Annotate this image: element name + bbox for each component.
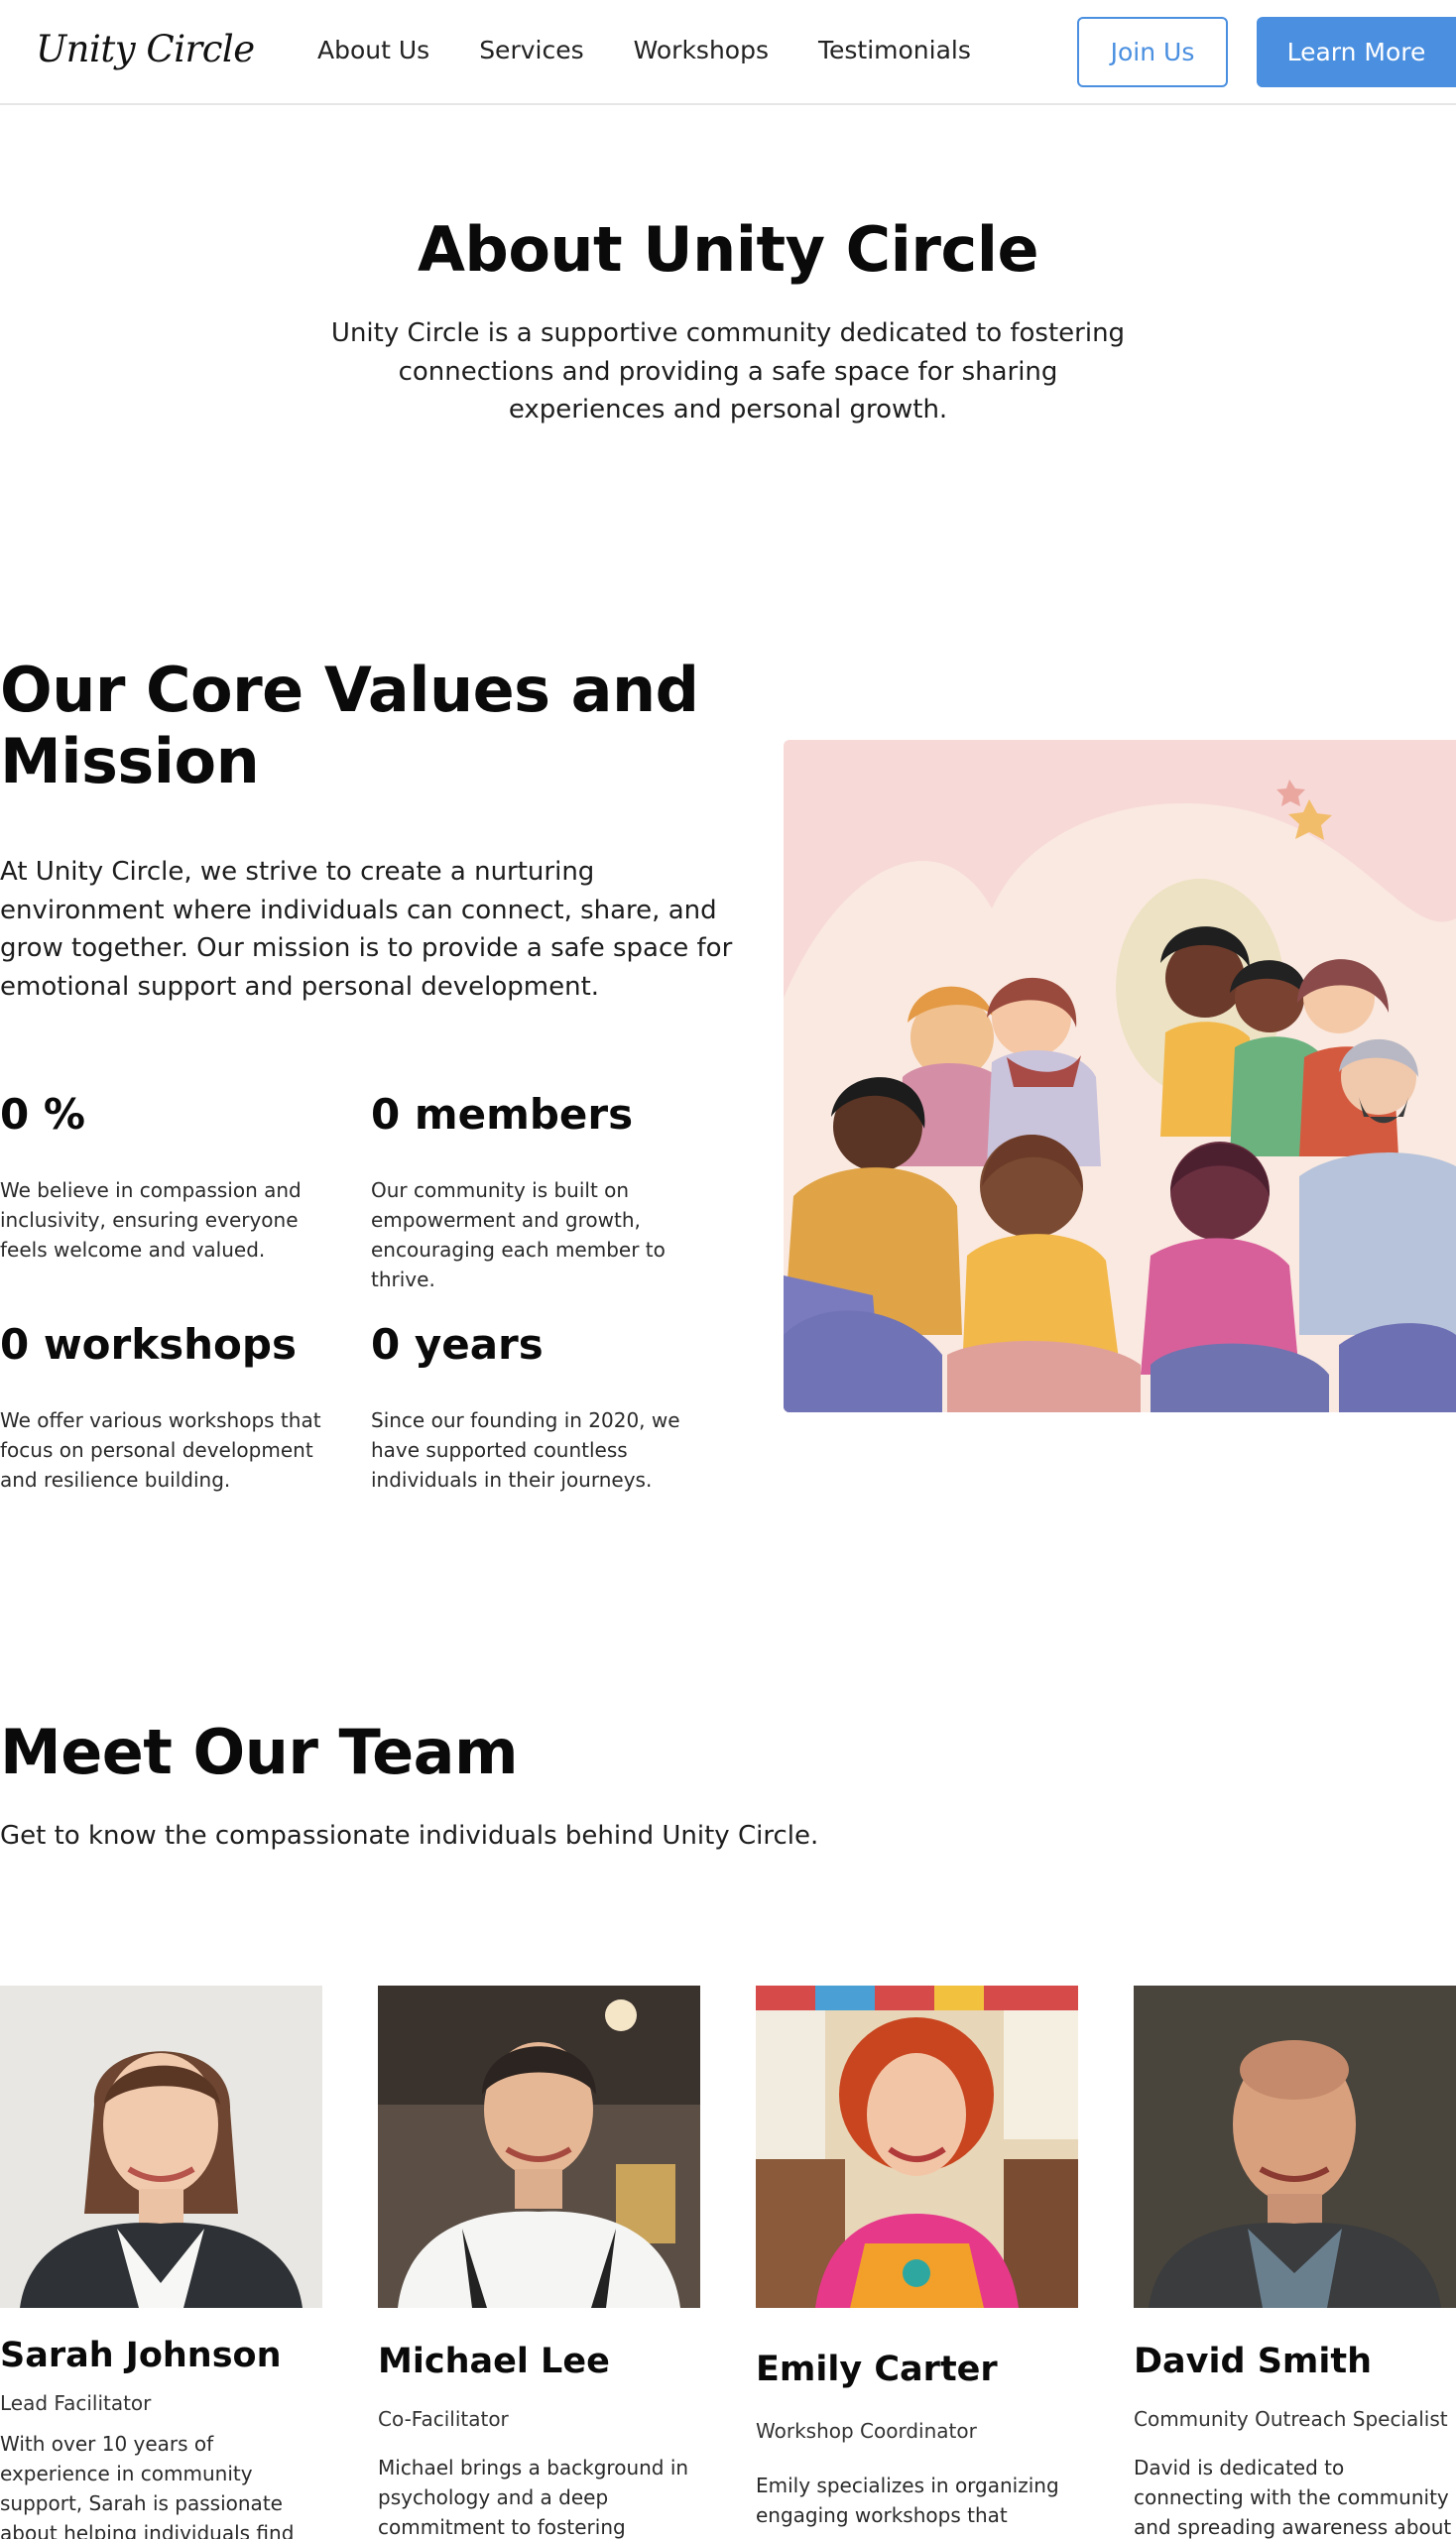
team-title: Meet Our Team: [0, 1716, 519, 1788]
portrait-image: [1134, 1986, 1456, 2308]
stat-description: We believe in compassion and inclusivity…: [0, 1178, 302, 1262]
stat-workshops: 0 workshops We offer various workshops t…: [0, 1320, 337, 1495]
member-name: David Smith: [1134, 2342, 1373, 2381]
stat-years: 0 years Since our founding in 2020, we h…: [371, 1320, 708, 1495]
nav-link-workshops[interactable]: Workshops: [634, 36, 769, 64]
member-name: Emily Carter: [756, 2350, 998, 2389]
stat-value: 0 %: [0, 1090, 85, 1139]
stat-value: 0 members: [371, 1090, 634, 1139]
nav-links: About Us Services Workshops Testimonials: [317, 36, 971, 64]
portrait-image: [756, 1986, 1078, 2308]
team-member-card: Sarah Johnson Lead Facilitator With over…: [0, 1986, 322, 2539]
member-photo: [378, 1986, 700, 2308]
member-role: Community Outreach Specialist: [1134, 2407, 1448, 2431]
member-role: Lead Facilitator: [0, 2391, 152, 2415]
team-subtitle: Get to know the compassionate individual…: [0, 1821, 819, 1851]
team-member-card: Michael Lee Co-Facilitator Michael bring…: [378, 1986, 700, 2539]
top-navbar: Unity Circle About Us Services Workshops…: [0, 0, 1456, 105]
member-name: Sarah Johnson: [0, 2336, 282, 2375]
member-bio: David is dedicated to connecting with th…: [1134, 2456, 1452, 2539]
nav-link-testimonials[interactable]: Testimonials: [818, 36, 971, 64]
team-member-card: David Smith Community Outreach Specialis…: [1134, 1986, 1456, 2539]
stat-compassion: 0 % We believe in compassion and inclusi…: [0, 1090, 337, 1265]
member-photo: [0, 1986, 322, 2308]
stat-value: 0 years: [371, 1320, 544, 1369]
nav-link-about-us[interactable]: About Us: [317, 36, 429, 64]
community-circle-illustration: [784, 740, 1456, 1412]
member-role: Workshop Coordinator: [756, 2419, 977, 2443]
team-member-card: Emily Carter Workshop Coordinator Emily …: [756, 1986, 1078, 2530]
core-values-description: At Unity Circle, we strive to create a n…: [0, 857, 733, 1002]
portrait-image: [378, 1986, 700, 2308]
stat-description: Since our founding in 2020, we have supp…: [371, 1408, 680, 1492]
about-title: About Unity Circle: [417, 213, 1039, 286]
member-bio: Emily specializes in organizing engaging…: [756, 2474, 1059, 2527]
member-name: Michael Lee: [378, 2342, 610, 2381]
site-logo[interactable]: Unity Circle: [36, 28, 255, 70]
core-values-title: Our Core Values and Mission: [0, 654, 699, 797]
nav-link-services[interactable]: Services: [479, 36, 583, 64]
member-role: Co-Facilitator: [378, 2407, 509, 2431]
about-description: Unity Circle is a supportive community d…: [330, 318, 1126, 424]
member-bio: With over 10 years of experience in comm…: [0, 2432, 295, 2539]
community-illustration-image: [784, 740, 1456, 1412]
stat-members: 0 members Our community is built on empo…: [371, 1090, 708, 1294]
portrait-image: [0, 1986, 322, 2308]
stat-description: We offer various workshops that focus on…: [0, 1408, 321, 1492]
learn-more-button[interactable]: Learn More: [1257, 17, 1456, 87]
member-bio: Michael brings a background in psycholog…: [378, 2456, 689, 2539]
stat-value: 0 workshops: [0, 1320, 297, 1369]
join-us-button[interactable]: Join Us: [1077, 17, 1228, 87]
member-photo: [1134, 1986, 1456, 2308]
stat-description: Our community is built on empowerment an…: [371, 1178, 666, 1291]
member-photo: [756, 1986, 1078, 2308]
